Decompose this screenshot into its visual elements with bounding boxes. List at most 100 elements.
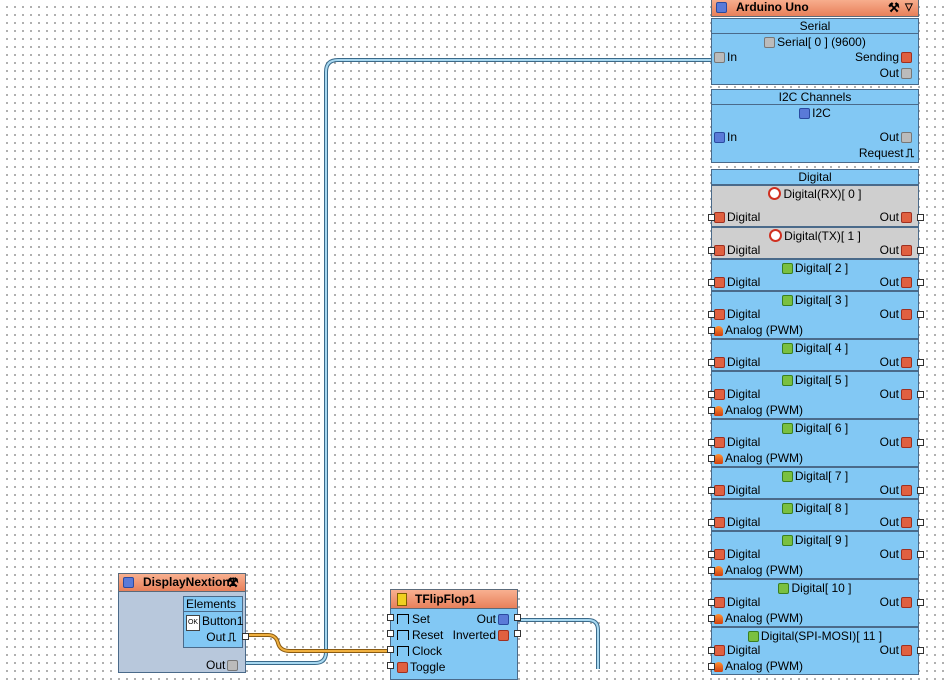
channel-name: Digital[ 8 ] bbox=[794, 501, 849, 515]
digital-in-label: Digital bbox=[727, 275, 761, 289]
digital-out-pin[interactable] bbox=[917, 311, 924, 318]
analog-icon bbox=[714, 614, 723, 624]
digital-channel[interactable]: Digital[ 6 ] Digital Out Analog (PWM) bbox=[708, 419, 924, 467]
digital-channel[interactable]: Digital[ 10 ] Digital Out Analog (PWM) bbox=[708, 579, 924, 627]
serial-section: Serial Serial[ 0 ] (9600) In Sending Out bbox=[711, 18, 919, 85]
digital-out-pin[interactable] bbox=[917, 487, 924, 494]
arduino-icon bbox=[716, 2, 727, 13]
analog-label: Analog (PWM) bbox=[725, 611, 804, 625]
digital-out-pin[interactable] bbox=[917, 359, 924, 366]
digital-out-pin[interactable] bbox=[917, 519, 924, 526]
digital-channel[interactable]: Digital(TX)[ 1 ] Digital Out bbox=[708, 227, 924, 259]
digital-in-icon bbox=[714, 437, 725, 448]
channel-name: Digital[ 4 ] bbox=[794, 341, 849, 355]
display-out-label: Out bbox=[206, 658, 226, 672]
arduino-uno-component[interactable]: Arduino Uno ⚒ ▽ Serial Serial[ 0 ] (9600… bbox=[708, 0, 924, 675]
digital-out-pin[interactable] bbox=[917, 214, 924, 221]
digital-out-icon bbox=[901, 597, 912, 608]
digital-out-label: Out bbox=[879, 275, 899, 289]
tools-icon[interactable]: ⚒ bbox=[888, 0, 900, 16]
chevron-down-icon[interactable]: ▽ bbox=[905, 0, 913, 16]
digital-in-pin[interactable] bbox=[708, 519, 715, 526]
channel-name: Digital(TX)[ 1 ] bbox=[784, 229, 861, 243]
channel-icon bbox=[781, 423, 793, 434]
i2c-section: I2C Channels I2C In Out Request ⎍ bbox=[711, 89, 919, 163]
digital-out-pin[interactable] bbox=[917, 247, 924, 254]
digital-channel[interactable]: Digital(SPI-MOSI)[ 11 ] Digital Out Analog … bbox=[708, 627, 924, 675]
serial-in-icon bbox=[714, 52, 725, 63]
digital-out-pin[interactable] bbox=[917, 599, 924, 606]
inverted-icon bbox=[498, 630, 509, 641]
i2c-out-icon bbox=[901, 132, 912, 143]
analog-in-pin[interactable] bbox=[708, 407, 715, 414]
i2c-out-label: Out bbox=[879, 130, 899, 144]
analog-icon bbox=[714, 454, 723, 464]
digital-channel[interactable]: Digital[ 5 ] Digital Out Analog (PWM) bbox=[708, 371, 924, 419]
digital-out-icon bbox=[901, 437, 912, 448]
channel-name: Digital[ 6 ] bbox=[794, 421, 849, 435]
flipflop-title: TFlipFlop1 bbox=[415, 592, 476, 606]
digital-channel[interactable]: Digital[ 3 ] Digital Out Analog (PWM) bbox=[708, 291, 924, 339]
digital-out-label: Out bbox=[879, 595, 899, 609]
digital-in-pin[interactable] bbox=[708, 391, 715, 398]
display-nextion-component[interactable]: DisplayNextion1 ⚒ Elements OK Button1 Out… bbox=[118, 573, 249, 673]
digital-out-pin[interactable] bbox=[917, 551, 924, 558]
digital-in-icon bbox=[714, 549, 725, 560]
digital-in-icon bbox=[714, 597, 725, 608]
digital-in-icon bbox=[714, 245, 725, 256]
digital-in-pin[interactable] bbox=[708, 279, 715, 286]
flipflop-title-bar[interactable]: TFlipFlop1 bbox=[390, 589, 518, 609]
digital-out-pin[interactable] bbox=[917, 279, 924, 286]
digital-out-icon bbox=[901, 277, 912, 288]
set-pin[interactable] bbox=[387, 614, 394, 621]
channel-icon bbox=[781, 343, 793, 354]
digital-in-pin[interactable] bbox=[708, 214, 715, 221]
analog-in-pin[interactable] bbox=[708, 455, 715, 462]
inverted-pin[interactable] bbox=[514, 630, 521, 637]
digital-in-pin[interactable] bbox=[708, 487, 715, 494]
digital-in-pin[interactable] bbox=[708, 647, 715, 654]
digital-channel[interactable]: Digital[ 9 ] Digital Out Analog (PWM) bbox=[708, 531, 924, 579]
digital-out-label: Out bbox=[879, 210, 899, 224]
analog-in-pin[interactable] bbox=[708, 327, 715, 334]
digital-channel[interactable]: Digital[ 4 ] Digital Out bbox=[708, 339, 924, 371]
reset-label: Reset bbox=[412, 628, 444, 642]
clock-pin[interactable] bbox=[387, 646, 394, 653]
flipflop-out-wire bbox=[518, 618, 600, 669]
analog-in-pin[interactable] bbox=[708, 615, 715, 622]
button1-out-pin[interactable] bbox=[242, 633, 249, 640]
digital-channel[interactable]: Digital[ 8 ] Digital Out bbox=[708, 499, 924, 531]
tools-icon[interactable]: ⚒ bbox=[227, 574, 239, 591]
display-out-icon bbox=[227, 660, 239, 671]
channel-name: Digital[ 10 ] bbox=[791, 581, 852, 595]
i2c-icon bbox=[799, 108, 811, 119]
digital-in-pin[interactable] bbox=[708, 311, 715, 318]
digital-channel[interactable]: Digital[ 2 ] Digital Out bbox=[708, 259, 924, 291]
digital-in-pin[interactable] bbox=[708, 359, 715, 366]
digital-channel[interactable]: Digital[ 7 ] Digital Out bbox=[708, 467, 924, 499]
arduino-title-bar[interactable]: Arduino Uno ⚒ ▽ bbox=[711, 0, 919, 17]
digital-in-icon bbox=[714, 389, 725, 400]
digital-in-icon bbox=[714, 309, 725, 320]
digital-in-label: Digital bbox=[727, 515, 761, 529]
serial-icon bbox=[764, 37, 776, 48]
digital-out-pin[interactable] bbox=[917, 439, 924, 446]
elements-panel[interactable]: Elements OK Button1 Out ⎍ bbox=[183, 596, 243, 648]
digital-in-pin[interactable] bbox=[708, 439, 715, 446]
digital-in-pin[interactable] bbox=[708, 551, 715, 558]
toggle-pin[interactable] bbox=[387, 662, 394, 669]
digital-channel[interactable]: Digital(RX)[ 0 ] Digital Out bbox=[708, 185, 924, 227]
tflipflop-component[interactable]: TFlipFlop1 Set Reset Clock Toggle Out In… bbox=[387, 589, 521, 680]
ff-out-pin[interactable] bbox=[514, 614, 521, 621]
digital-out-pin[interactable] bbox=[917, 391, 924, 398]
analog-in-pin[interactable] bbox=[708, 567, 715, 574]
reset-pin[interactable] bbox=[387, 630, 394, 637]
digital-out-pin[interactable] bbox=[917, 647, 924, 654]
channel-name: Digital[ 5 ] bbox=[794, 373, 849, 387]
digital-in-icon bbox=[714, 517, 725, 528]
display-title-bar[interactable]: DisplayNextion1 ⚒ bbox=[118, 573, 246, 592]
digital-in-pin[interactable] bbox=[708, 599, 715, 606]
flipflop-body: Set Reset Clock Toggle Out Inverted bbox=[390, 609, 518, 680]
clock-pulse-icon bbox=[397, 646, 409, 656]
digital-in-pin[interactable] bbox=[708, 247, 715, 254]
